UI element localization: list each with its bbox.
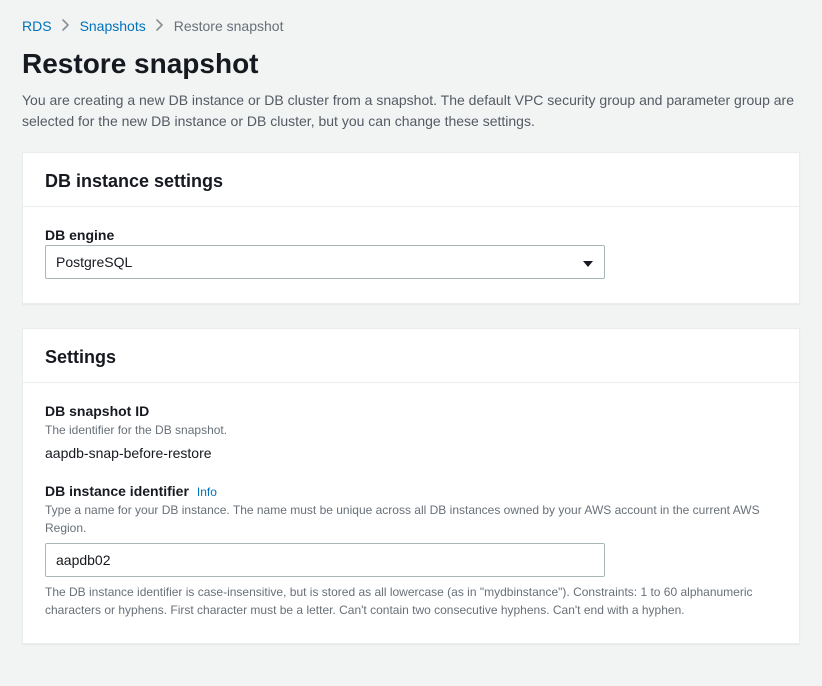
- chevron-right-icon: [62, 19, 70, 34]
- db-snapshot-id-field: DB snapshot ID The identifier for the DB…: [45, 403, 777, 461]
- breadcrumb-current: Restore snapshot: [174, 18, 284, 34]
- db-instance-identifier-help: Type a name for your DB instance. The na…: [45, 501, 777, 537]
- db-engine-select[interactable]: PostgreSQL: [45, 245, 605, 279]
- db-engine-select-wrap: PostgreSQL: [45, 245, 605, 279]
- panel-body: DB engine PostgreSQL: [23, 207, 799, 303]
- db-instance-settings-panel: DB instance settings DB engine PostgreSQ…: [22, 152, 800, 304]
- panel-header: DB instance settings: [23, 153, 799, 207]
- db-instance-identifier-field: DB instance identifier Info Type a name …: [45, 483, 777, 619]
- db-instance-identifier-constraints: The DB instance identifier is case-insen…: [45, 583, 777, 619]
- db-snapshot-id-value: aapdb-snap-before-restore: [45, 445, 777, 461]
- breadcrumb: RDS Snapshots Restore snapshot: [22, 18, 800, 34]
- info-link[interactable]: Info: [197, 485, 217, 499]
- db-snapshot-id-help: The identifier for the DB snapshot.: [45, 421, 777, 439]
- breadcrumb-rds[interactable]: RDS: [22, 18, 52, 34]
- chevron-right-icon: [156, 19, 164, 34]
- page-title: Restore snapshot: [22, 48, 800, 80]
- panel-title: DB instance settings: [45, 171, 777, 192]
- db-snapshot-id-label: DB snapshot ID: [45, 403, 777, 419]
- db-instance-identifier-label: DB instance identifier Info: [45, 483, 777, 499]
- db-instance-identifier-input[interactable]: [45, 543, 605, 577]
- panel-title: Settings: [45, 347, 777, 368]
- panel-header: Settings: [23, 329, 799, 383]
- breadcrumb-snapshots[interactable]: Snapshots: [80, 18, 146, 34]
- db-engine-field: DB engine PostgreSQL: [45, 227, 777, 279]
- page-description: You are creating a new DB instance or DB…: [22, 90, 800, 132]
- panel-body: DB snapshot ID The identifier for the DB…: [23, 383, 799, 643]
- db-engine-label: DB engine: [45, 227, 777, 243]
- settings-panel: Settings DB snapshot ID The identifier f…: [22, 328, 800, 644]
- db-instance-identifier-label-text: DB instance identifier: [45, 483, 189, 499]
